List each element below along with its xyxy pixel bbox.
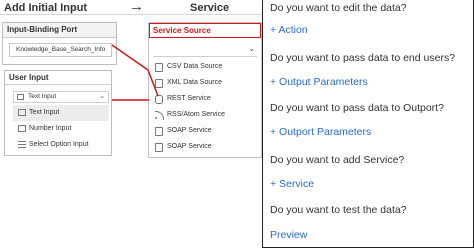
builder-canvas: Add Initial Input → Service Input-Bindin… xyxy=(0,0,262,158)
connector-line-rest xyxy=(147,69,159,97)
preview-link[interactable]: Preview xyxy=(270,229,407,242)
add-service-link[interactable]: + Service xyxy=(270,178,404,191)
help-question: Do you want to edit the data? xyxy=(270,2,407,14)
outport-parameters-link[interactable]: + Outport Parameters xyxy=(270,126,444,139)
help-item-edit: Do you want to edit the data? + Action xyxy=(270,2,407,37)
help-question: Do you want to pass data to end users? xyxy=(270,52,456,64)
help-question: Do you want to test the data? xyxy=(270,204,407,216)
action-link[interactable]: + Action xyxy=(270,24,407,37)
help-question: Do you want to add Service? xyxy=(270,154,405,166)
help-question: Do you want to pass data to Outport? xyxy=(270,102,444,114)
help-item-test: Do you want to test the data? Preview xyxy=(270,204,407,242)
help-panel: Do you want to edit the data? + Action D… xyxy=(262,0,474,248)
connector-lines xyxy=(111,44,159,101)
help-item-service: Do you want to add Service? + Service xyxy=(270,154,404,191)
output-parameters-link[interactable]: + Output Parameters xyxy=(270,76,455,89)
help-item-output: Do you want to pass data to end users? +… xyxy=(270,52,455,89)
connector-line-binding xyxy=(111,44,149,71)
help-item-outport: Do you want to pass data to Outport? + O… xyxy=(270,102,444,139)
